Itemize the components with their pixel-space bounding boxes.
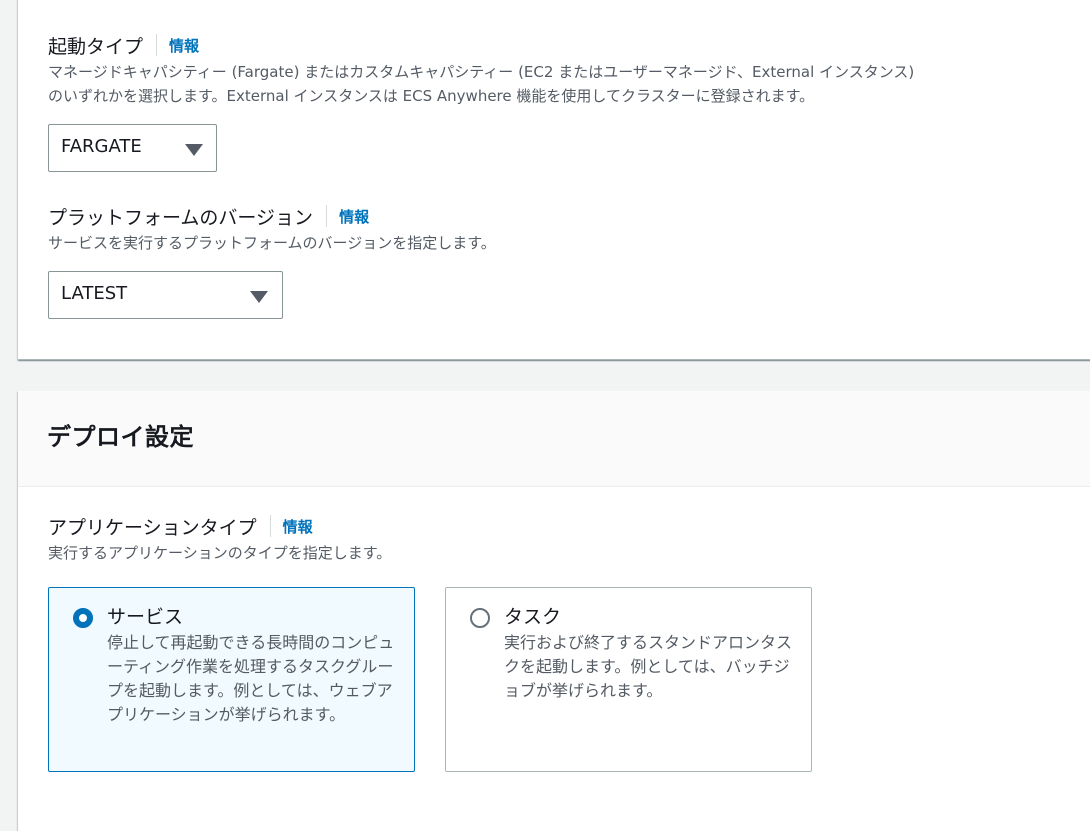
service-option-description: 停止して再起動できる長時間のコンピューティング作業を処理するタスクグループを起動… (107, 633, 395, 724)
compute-config-panel: 起動タイプ 情報 マネージドキャパシティー (Fargate) またはカスタムキ… (18, 0, 1090, 360)
platform-version-select[interactable]: LATEST (48, 271, 283, 319)
radio-checked-icon[interactable] (73, 608, 93, 628)
caret-down-icon (185, 144, 203, 156)
launch-type-label: 起動タイプ (48, 35, 144, 58)
launch-type-field: 起動タイプ 情報 マネージドキャパシティー (Fargate) またはカスタムキ… (48, 32, 1078, 108)
panel-header: デプロイ設定 (18, 391, 1090, 487)
task-option-tile[interactable]: タスク 実行および終了するスタンドアロンタスクを起動します。例としては、バッチジ… (445, 587, 812, 772)
launch-type-description-line: のいずれかを選択します。External インスタンスは ECS Anywher… (48, 87, 815, 105)
launch-type-select[interactable]: FARGATE (48, 124, 217, 172)
launch-type-description: マネージドキャパシティー (Fargate) またはカスタムキャパシティー (E… (48, 60, 1078, 108)
launch-type-info-link[interactable]: 情報 (169, 35, 199, 56)
platform-version-description: サービスを実行するプラットフォームのバージョンを指定します。 (48, 234, 496, 252)
launch-type-select-value: FARGATE (61, 136, 142, 157)
label-separator (156, 34, 158, 56)
platform-version-select-value: LATEST (61, 283, 128, 304)
service-option-title: サービス (107, 606, 184, 628)
label-separator (269, 515, 271, 537)
application-type-field: アプリケーションタイプ 情報 実行するアプリケーションのタイプを指定します。 (48, 513, 391, 565)
caret-down-icon (250, 291, 268, 303)
radio-unchecked-icon[interactable] (470, 608, 490, 628)
application-type-label: アプリケーションタイプ (48, 516, 257, 539)
platform-version-info-link[interactable]: 情報 (339, 206, 369, 227)
application-type-description: 実行するアプリケーションのタイプを指定します。 (48, 544, 392, 562)
panel-title: デプロイ設定 (47, 423, 194, 451)
launch-type-description-line: マネージドキャパシティー (Fargate) またはカスタムキャパシティー (E… (48, 63, 915, 81)
deploy-settings-panel: デプロイ設定 アプリケーションタイプ 情報 実行するアプリケーションのタイプを指… (18, 391, 1090, 831)
task-option-title: タスク (504, 606, 562, 628)
platform-version-label: プラットフォームのバージョン (48, 206, 314, 229)
service-option-tile[interactable]: サービス 停止して再起動できる長時間のコンピューティング作業を処理するタスクグル… (48, 587, 415, 772)
label-separator (326, 205, 328, 227)
task-option-description: 実行および終了するスタンドアロンタスクを起動します。例としては、バッチジョブが挙… (504, 633, 793, 700)
platform-version-field: プラットフォームのバージョン 情報 サービスを実行するプラットフォームのバージョ… (48, 203, 496, 255)
application-type-info-link[interactable]: 情報 (283, 516, 313, 537)
